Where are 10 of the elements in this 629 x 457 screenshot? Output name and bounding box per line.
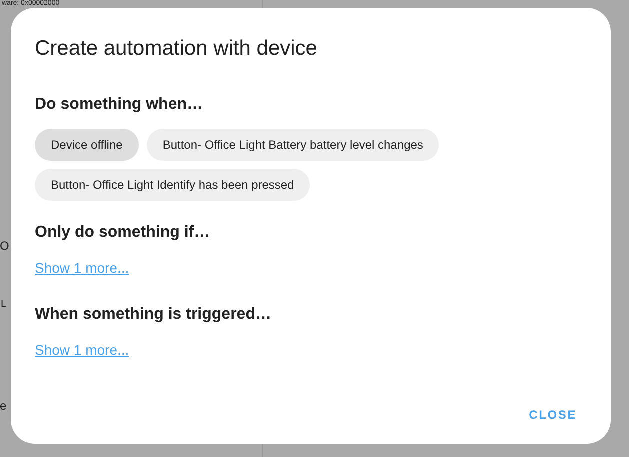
background-text: L xyxy=(1,300,7,310)
dialog-title: Create automation with device xyxy=(35,36,318,62)
trigger-chip[interactable]: Button- Office Light Identify has been pressed xyxy=(35,169,310,202)
section-heading: When something is triggered… xyxy=(35,305,272,326)
background-text: O xyxy=(0,240,10,252)
trigger-chip[interactable]: Button- Office Light Battery battery level changes xyxy=(146,129,440,162)
section-heading: Do something when… xyxy=(35,95,204,116)
section-heading: Only do something if… xyxy=(35,223,212,244)
background-text: e xyxy=(0,400,7,412)
trigger-chip[interactable]: Device offline xyxy=(35,129,139,162)
